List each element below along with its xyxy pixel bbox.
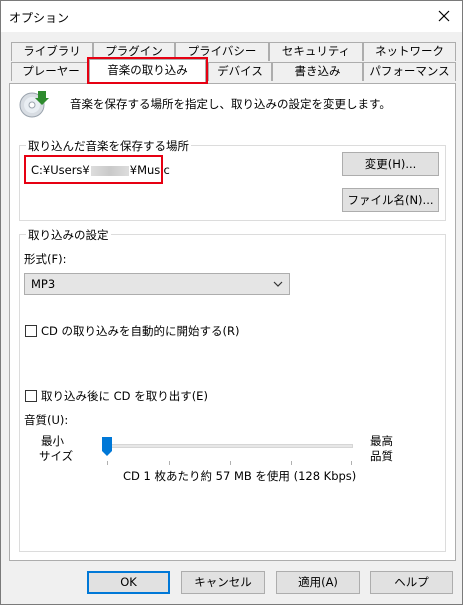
tab-network[interactable]: ネットワーク xyxy=(363,42,456,61)
eject-label[interactable]: 取り込み後に CD を取り出す(E) xyxy=(41,388,208,404)
tab-highlight-box xyxy=(87,57,208,84)
cancel-button[interactable]: キャンセル xyxy=(181,571,265,594)
options-dialog: オプション ライブラリ プラグイン プライバシー セキュリティ ネットワーク プ… xyxy=(0,0,463,605)
auto-rip-label[interactable]: CD の取り込みを自動的に開始する(R) xyxy=(41,323,240,339)
rip-settings-title: 取り込みの設定 xyxy=(26,227,111,243)
filename-button[interactable]: ファイル名(N)... xyxy=(342,188,439,212)
tab-burn[interactable]: 書き込み xyxy=(272,62,363,81)
apply-button[interactable]: 適用(A) xyxy=(276,571,360,594)
format-label: 形式(F): xyxy=(24,252,67,266)
quality-label: 音質(U): xyxy=(24,413,69,427)
change-location-button[interactable]: 変更(H)... xyxy=(342,152,439,176)
format-select[interactable]: MP3 xyxy=(24,273,290,295)
usage-text: CD 1 枚あたり約 57 MB を使用 (128 Kbps) xyxy=(123,469,357,483)
quality-slider-thumb[interactable] xyxy=(102,437,112,457)
save-location-title: 取り込んだ音楽を保存する場所 xyxy=(26,138,191,154)
chevron-down-icon xyxy=(273,281,283,287)
tab-player[interactable]: プレーヤー xyxy=(11,62,91,81)
max-quality-label-line1: 最高 xyxy=(370,434,393,448)
tab-security[interactable]: セキュリティ xyxy=(269,42,363,61)
slider-tick xyxy=(351,461,352,465)
auto-rip-checkbox[interactable] xyxy=(25,325,37,337)
ok-button[interactable]: OK xyxy=(87,571,170,594)
quality-slider-track[interactable] xyxy=(105,444,353,448)
min-size-label-line1: 最小 xyxy=(41,434,64,448)
tab-performance[interactable]: パフォーマンス xyxy=(363,62,456,81)
help-button[interactable]: ヘルプ xyxy=(370,571,453,594)
tab-library[interactable]: ライブラリ xyxy=(11,42,93,61)
min-size-label-line2: サイズ xyxy=(39,449,74,463)
slider-tick xyxy=(107,461,108,465)
cd-rip-icon xyxy=(19,89,49,119)
slider-tick xyxy=(169,461,170,465)
path-highlight-box xyxy=(24,155,163,184)
max-quality-label-line2: 品質 xyxy=(370,449,393,463)
tab-strip: ライブラリ プラグイン プライバシー セキュリティ ネットワーク プレーヤー 音… xyxy=(1,1,463,87)
slider-tick xyxy=(291,461,292,465)
tab-devices[interactable]: デバイス xyxy=(208,62,272,81)
description-text: 音楽を保存する場所を指定し、取り込みの設定を変更します。 xyxy=(70,97,391,111)
slider-tick xyxy=(230,461,231,465)
format-value: MP3 xyxy=(31,277,56,291)
eject-checkbox[interactable] xyxy=(25,390,37,402)
